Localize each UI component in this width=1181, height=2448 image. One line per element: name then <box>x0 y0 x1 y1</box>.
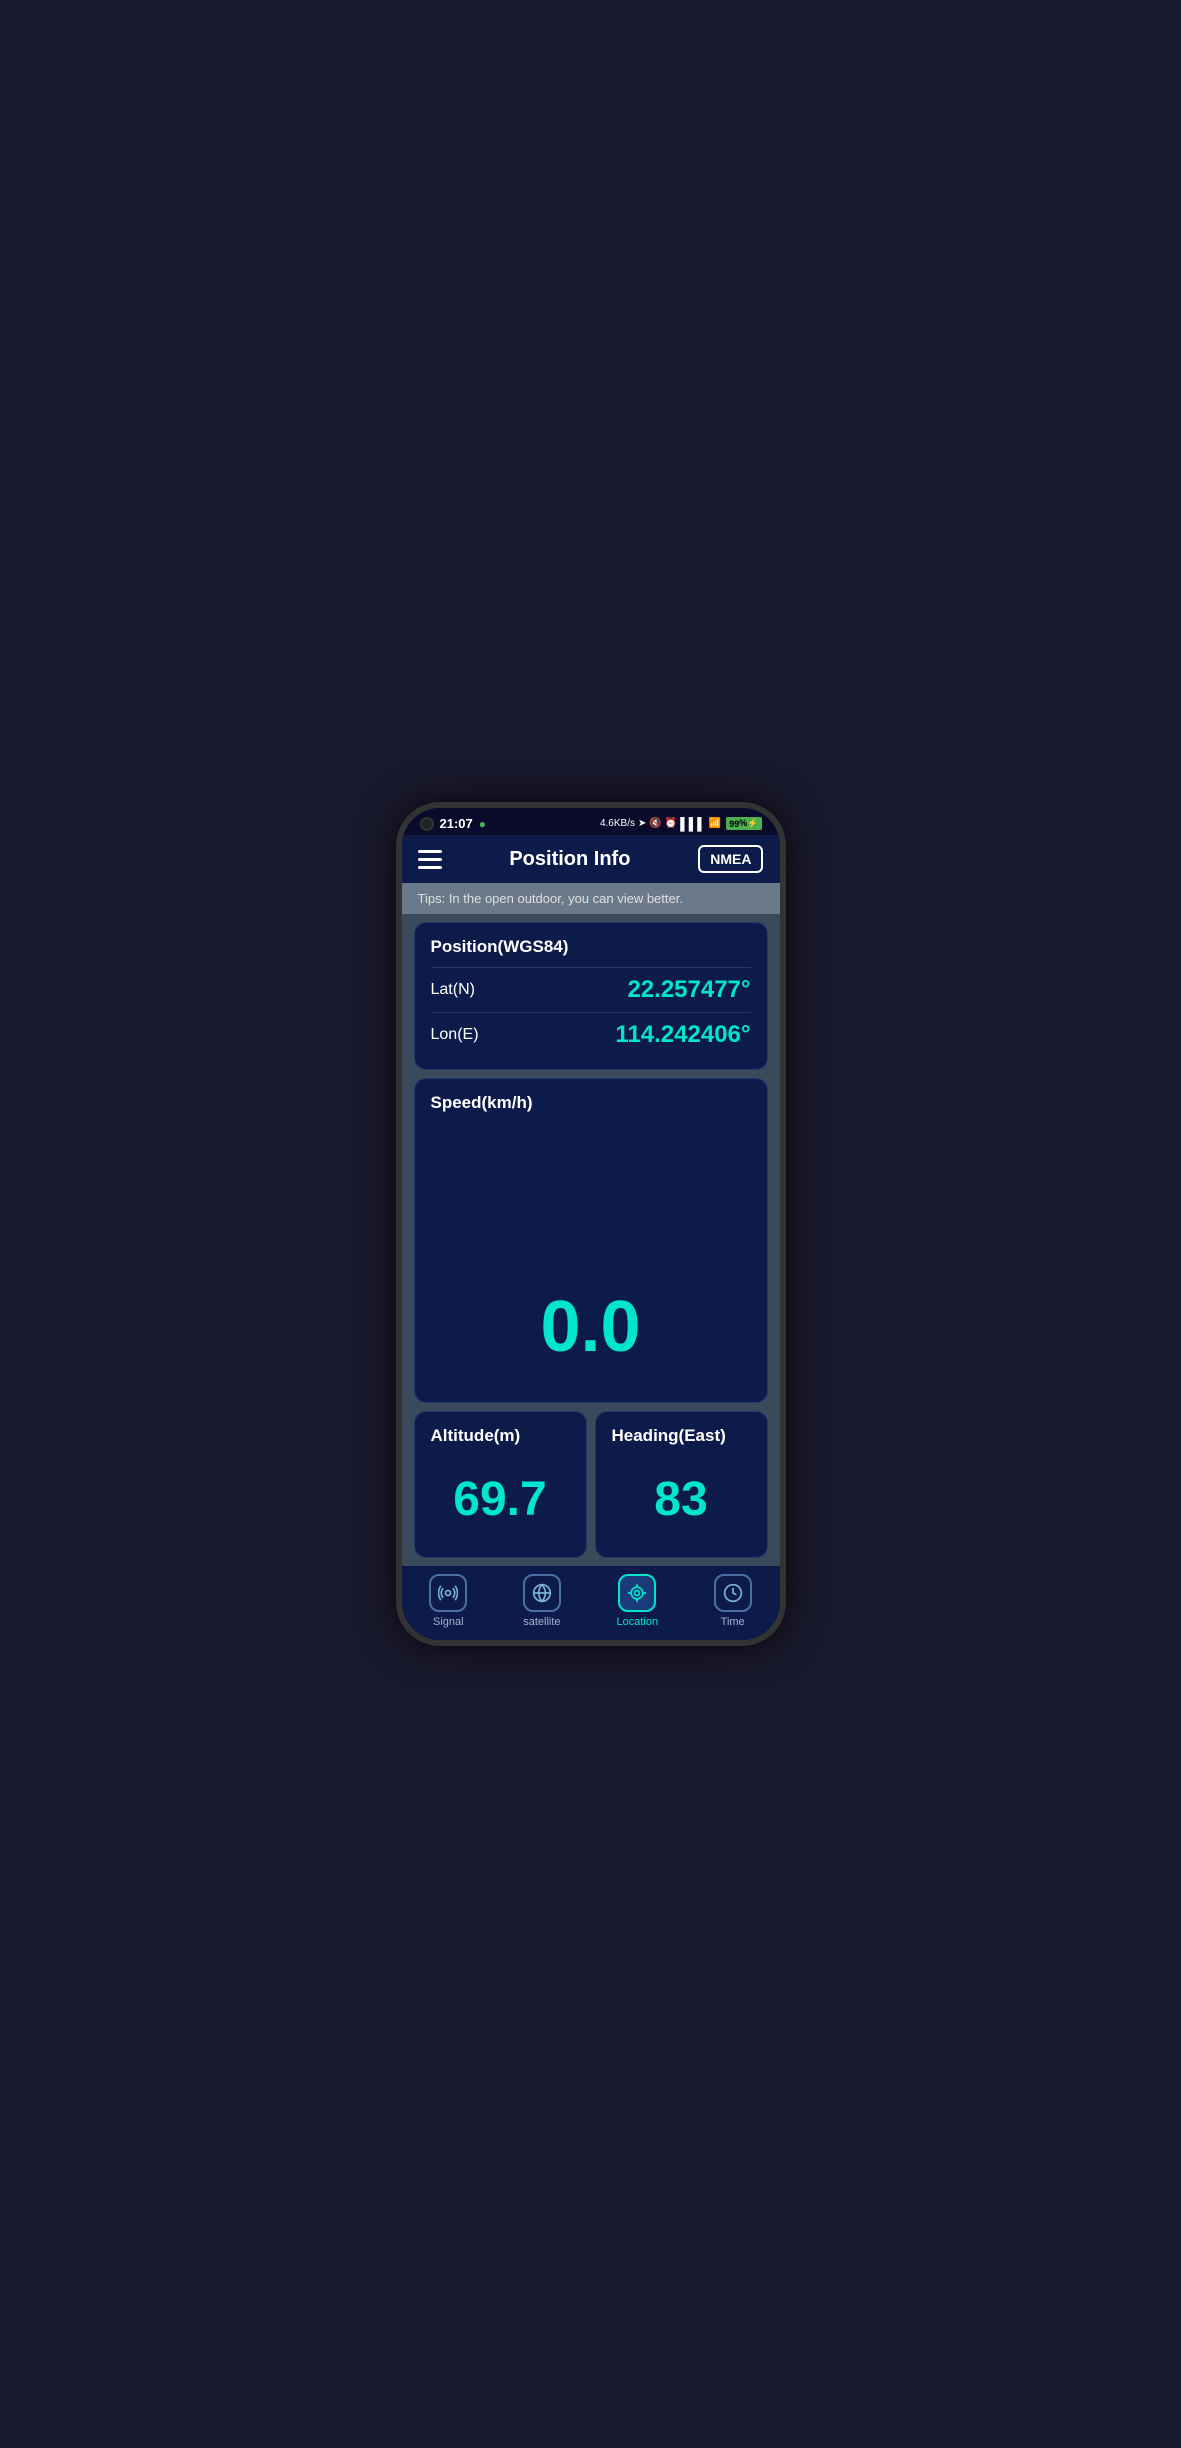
heading-value: 83 <box>612 1456 751 1543</box>
bottom-cards-row: Altitude(m) 69.7 Heading(East) 83 <box>414 1411 768 1558</box>
status-right: 4.6KB/s ➤ 🔇 ⏰ ▌▌▌ 📶 99 %⚡ <box>600 817 762 831</box>
altitude-card-title: Altitude(m) <box>431 1426 521 1446</box>
mute-icon: 🔇 <box>649 818 661 829</box>
top-nav: Position Info NMEA <box>402 835 780 883</box>
satellite-nav-icon <box>523 1574 561 1612</box>
status-left: 21:07 ● <box>420 816 487 831</box>
signal-nav-icon <box>429 1574 467 1612</box>
divider-1 <box>431 967 751 968</box>
nav-item-location[interactable]: Location <box>616 1574 658 1628</box>
location-nav-icon <box>618 1574 656 1612</box>
position-card: Position(WGS84) Lat(N) 22.257477° Lon(E)… <box>414 922 768 1070</box>
nav-item-time[interactable]: Time <box>714 1574 752 1628</box>
speed-card-title: Speed(km/h) <box>431 1093 533 1113</box>
nav-label-satellite: satellite <box>523 1616 560 1628</box>
alarm-icon: ⏰ <box>665 818 677 829</box>
camera-dot <box>420 817 434 831</box>
phone-frame: 21:07 ● 4.6KB/s ➤ 🔇 ⏰ ▌▌▌ 📶 99 %⚡ Positi… <box>396 802 786 1646</box>
status-time: 21:07 <box>440 816 473 831</box>
lon-label: Lon(E) <box>431 1026 479 1044</box>
signal-icon: ▌▌▌ <box>680 817 706 831</box>
divider-2 <box>431 1012 751 1013</box>
nav-label-time: Time <box>721 1616 745 1628</box>
speed-card: Speed(km/h) 0.0 <box>414 1078 768 1403</box>
altitude-card: Altitude(m) 69.7 <box>414 1411 587 1558</box>
lon-row: Lon(E) 114.242406° <box>431 1015 751 1055</box>
lat-row: Lat(N) 22.257477° <box>431 970 751 1010</box>
nmea-button[interactable]: NMEA <box>698 845 763 873</box>
position-card-title: Position(WGS84) <box>431 937 751 957</box>
network-speed: 4.6KB/s <box>600 818 635 829</box>
wifi-icon: 📶 <box>709 818 721 829</box>
lon-value: 114.242406° <box>615 1021 750 1049</box>
heading-card: Heading(East) 83 <box>595 1411 768 1558</box>
main-content: Position(WGS84) Lat(N) 22.257477° Lon(E)… <box>402 914 780 1566</box>
nav-label-signal: Signal <box>433 1616 464 1628</box>
tips-bar: Tips: In the open outdoor, you can view … <box>402 883 780 914</box>
nav-item-satellite[interactable]: satellite <box>523 1574 561 1628</box>
nav-label-location: Location <box>616 1616 658 1628</box>
heading-card-title: Heading(East) <box>612 1426 726 1446</box>
speed-value: 0.0 <box>431 1266 751 1388</box>
status-icon-green: ● <box>479 817 486 831</box>
time-nav-icon <box>714 1574 752 1612</box>
lat-value: 22.257477° <box>627 976 750 1004</box>
tips-text: Tips: In the open outdoor, you can view … <box>418 891 683 906</box>
status-bar: 21:07 ● 4.6KB/s ➤ 🔇 ⏰ ▌▌▌ 📶 99 %⚡ <box>402 808 780 835</box>
nav-item-signal[interactable]: Signal <box>429 1574 467 1628</box>
page-title: Position Info <box>509 848 630 871</box>
hamburger-menu[interactable] <box>418 850 442 869</box>
arrow-icon: ➤ <box>638 818 646 829</box>
battery-indicator: 99 %⚡ <box>726 817 761 830</box>
lat-label: Lat(N) <box>431 981 475 999</box>
bottom-nav: Signal satellite Location <box>402 1566 780 1640</box>
altitude-value: 69.7 <box>431 1456 570 1543</box>
